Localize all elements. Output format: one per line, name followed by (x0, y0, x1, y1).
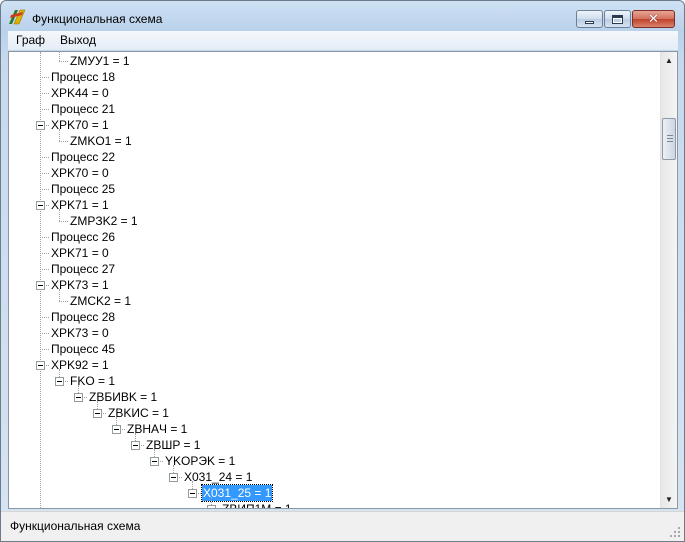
tree-node[interactable]: ZBИП1M = 1 (221, 501, 293, 508)
tree-node[interactable]: ZBБИВK = 1 (88, 389, 158, 405)
window-title: Функциональная схема (32, 12, 163, 26)
vertical-scrollbar[interactable]: ▲ ▼ (660, 52, 677, 508)
tree-node[interactable]: ZMPЗK2 = 1 (69, 213, 139, 229)
collapse-toggle-icon[interactable] (207, 505, 216, 508)
collapse-toggle-icon[interactable] (131, 441, 140, 450)
app-logo-icon (9, 9, 26, 25)
tree-connector (59, 129, 60, 141)
collapse-toggle-icon[interactable] (36, 121, 45, 130)
main-window: Функциональная схема ✕ Граф Выход ZMУУ1 … (0, 0, 685, 542)
tree-connector (40, 173, 49, 174)
arrow-down-icon: ▼ (665, 495, 673, 504)
tree-connector (40, 237, 49, 238)
tree-node[interactable]: ZMKO1 = 1 (69, 133, 133, 149)
tree-node[interactable]: XPK44 = 0 (50, 85, 110, 101)
collapse-toggle-icon[interactable] (36, 201, 45, 210)
tree-connector (59, 221, 68, 222)
collapse-toggle-icon[interactable] (74, 393, 83, 402)
tree-connector (59, 301, 68, 302)
tree-connector (40, 349, 49, 350)
status-text: Функциональная схема (10, 519, 141, 533)
minimize-icon (585, 20, 594, 24)
tree-node[interactable]: Процесс 25 (50, 181, 116, 197)
status-bar: Функциональная схема (1, 511, 684, 541)
tree-connector (40, 269, 49, 270)
tree-connector (59, 141, 68, 142)
title-bar[interactable]: Функциональная схема ✕ (1, 1, 684, 31)
tree-node[interactable]: ZMCK2 = 1 (69, 293, 132, 309)
close-button[interactable]: ✕ (632, 10, 675, 28)
collapse-toggle-icon[interactable] (93, 409, 102, 418)
tree-node[interactable]: Процесс 18 (50, 69, 116, 85)
close-icon: ✕ (648, 11, 659, 27)
grip-line (667, 138, 673, 139)
tree-connector (59, 209, 60, 221)
grip-line (667, 141, 673, 142)
menu-item-graph[interactable]: Граф (8, 31, 52, 50)
tree-node[interactable]: X031_24 = 1 (183, 469, 253, 485)
tree-node[interactable]: Процесс 22 (50, 149, 116, 165)
menu-bar: Граф Выход (8, 31, 678, 50)
tree-connector (59, 52, 60, 61)
collapse-toggle-icon[interactable] (36, 281, 45, 290)
tree-connector (40, 253, 49, 254)
tree-node[interactable]: Процесс 26 (50, 229, 116, 245)
tree-node[interactable]: YKOPЭK = 1 (164, 453, 236, 469)
caption-buttons: ✕ (575, 10, 675, 28)
minimize-button[interactable] (576, 10, 603, 28)
tree-node-selected[interactable]: X031_25 = 1 (200, 484, 274, 502)
arrow-up-icon: ▲ (665, 56, 673, 65)
tree-connector (40, 157, 49, 158)
tree-connector (59, 61, 68, 62)
maximize-icon (612, 14, 623, 24)
tree-node[interactable]: XPK71 = 0 (50, 245, 110, 261)
tree-node[interactable]: Процесс 28 (50, 309, 116, 325)
tree-node[interactable]: Процесс 27 (50, 261, 116, 277)
tree-connector (40, 317, 49, 318)
scroll-down-button[interactable]: ▼ (661, 491, 677, 508)
tree-connector (40, 77, 49, 78)
collapse-toggle-icon[interactable] (112, 425, 121, 434)
tree-connector (40, 109, 49, 110)
collapse-toggle-icon[interactable] (169, 473, 178, 482)
tree-connector (40, 333, 49, 334)
maximize-button[interactable] (604, 10, 631, 28)
collapse-toggle-icon[interactable] (36, 361, 45, 370)
tree-connector (59, 289, 60, 301)
scroll-thumb[interactable] (662, 118, 676, 160)
collapse-toggle-icon[interactable] (188, 489, 197, 498)
menu-item-exit[interactable]: Выход (52, 31, 103, 50)
tree-view-panel: ZMУУ1 = 1 Процесс 18 XPK44 = 0 Процесс 21 XP… (8, 51, 678, 509)
collapse-toggle-icon[interactable] (150, 457, 159, 466)
scroll-up-button[interactable]: ▲ (661, 52, 677, 69)
tree-node[interactable]: Процесс 21 (50, 101, 116, 117)
tree-node[interactable]: FKO = 1 (69, 373, 116, 389)
tree-node[interactable]: ZMУУ1 = 1 (69, 53, 131, 69)
process-tree[interactable]: ZMУУ1 = 1 Процесс 18 XPK44 = 0 Процесс 21 XP… (9, 52, 660, 508)
tree-connector (40, 189, 49, 190)
tree-connector (40, 93, 49, 94)
tree-node[interactable]: XPK70 = 0 (50, 165, 110, 181)
resize-grip-icon[interactable] (669, 526, 681, 538)
collapse-toggle-icon[interactable] (55, 377, 64, 386)
grip-line (667, 135, 673, 136)
tree-node[interactable]: Процесс 45 (50, 341, 116, 357)
tree-node[interactable]: XPK73 = 0 (50, 325, 110, 341)
